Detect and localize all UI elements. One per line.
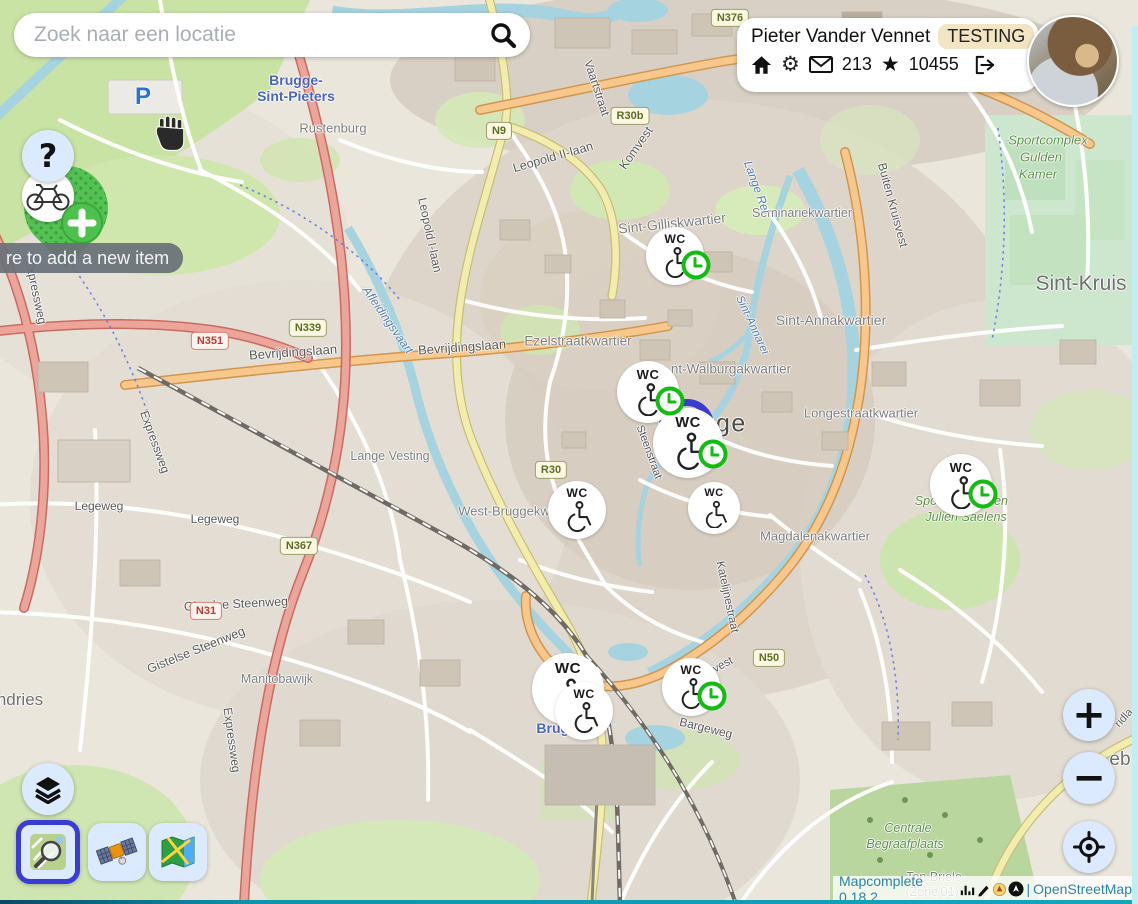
- zoom-in-button[interactable]: +: [1063, 689, 1115, 741]
- wheelchair-icon: [674, 676, 707, 709]
- wheelchair-icon: [567, 700, 600, 733]
- wc-label: WC: [950, 461, 973, 474]
- wc-label: WC: [555, 661, 581, 676]
- wheelchair-icon: [658, 245, 691, 278]
- testing-badge: TESTING: [938, 24, 1034, 49]
- wheelchair-icon: [668, 430, 708, 470]
- osm-carto-style-button[interactable]: [16, 820, 80, 884]
- search-bar: [14, 13, 530, 57]
- statistics-icon[interactable]: [960, 882, 975, 897]
- attribution-divider: |: [1027, 881, 1031, 897]
- toilet-marker[interactable]: WC: [930, 454, 992, 516]
- user-name[interactable]: Pieter Vander Vennet: [751, 26, 930, 48]
- wc-label: WC: [637, 368, 660, 381]
- help-button[interactable]: ?: [22, 130, 74, 182]
- add-item-tooltip: re to add a new item: [0, 243, 183, 273]
- star-icon[interactable]: ★: [881, 54, 900, 75]
- wheelchair-icon: [943, 474, 979, 510]
- wheelchair-icon: [630, 381, 666, 417]
- wc-label: WC: [675, 416, 700, 431]
- edit-pen-icon[interactable]: [976, 882, 991, 897]
- zoom-out-button[interactable]: −: [1063, 752, 1115, 804]
- wc-label: WC: [664, 233, 685, 245]
- wc-label: WC: [573, 688, 594, 700]
- wheelchair-icon: [560, 499, 593, 532]
- add-plus-icon[interactable]: [61, 202, 103, 244]
- logout-icon[interactable]: [974, 55, 996, 75]
- home-icon[interactable]: [751, 55, 772, 75]
- toilet-marker[interactable]: WC: [653, 408, 723, 478]
- right-edge-strip[interactable]: [1132, 26, 1138, 904]
- toilet-marker[interactable]: WC: [555, 682, 613, 740]
- themed-map-style-button[interactable]: [149, 823, 207, 881]
- bottom-accent-bar: [0, 900, 1138, 904]
- osm-link[interactable]: OpenStreetMap: [1033, 881, 1132, 897]
- layers-button[interactable]: [22, 763, 74, 815]
- wc-label: WC: [704, 488, 723, 499]
- wheelchair-icon: [699, 499, 729, 529]
- wc-label: WC: [566, 487, 587, 499]
- envelope-icon[interactable]: [809, 56, 833, 73]
- help-question-mark: ?: [39, 140, 58, 172]
- plus-icon: +: [1072, 695, 1106, 735]
- geolocate-button[interactable]: [1063, 821, 1115, 873]
- search-input[interactable]: [14, 23, 488, 47]
- community-icon[interactable]: [1008, 881, 1024, 897]
- grab-hand-cursor-icon: [152, 114, 188, 157]
- minus-icon: −: [1072, 758, 1106, 798]
- toilet-marker[interactable]: WC: [688, 482, 740, 534]
- attribution-bar: Mapcomplete 0.18.2 | OpenStreetMap: [833, 876, 1138, 902]
- user-panel: Pieter Vander Vennet TESTING ⚙ 213 ★ 104…: [737, 18, 1039, 92]
- satellite-style-button[interactable]: [88, 823, 146, 881]
- theme-logo-icon[interactable]: [992, 882, 1007, 897]
- settings-gear-icon[interactable]: ⚙: [781, 54, 800, 75]
- geolocate-crosshair-icon: [1073, 831, 1105, 863]
- avatar[interactable]: [1027, 15, 1119, 107]
- message-count: 213: [842, 54, 872, 75]
- toilet-marker[interactable]: WC: [662, 658, 720, 716]
- star-count: 10455: [909, 54, 959, 75]
- wc-label: WC: [680, 664, 701, 676]
- mapcomplete-app: PBrugge-Sint-PietersRustenburgVaartstraa…: [0, 0, 1138, 904]
- toilet-marker[interactable]: WC: [548, 481, 606, 539]
- search-icon[interactable]: [488, 20, 518, 50]
- toilet-marker[interactable]: WC: [646, 227, 704, 285]
